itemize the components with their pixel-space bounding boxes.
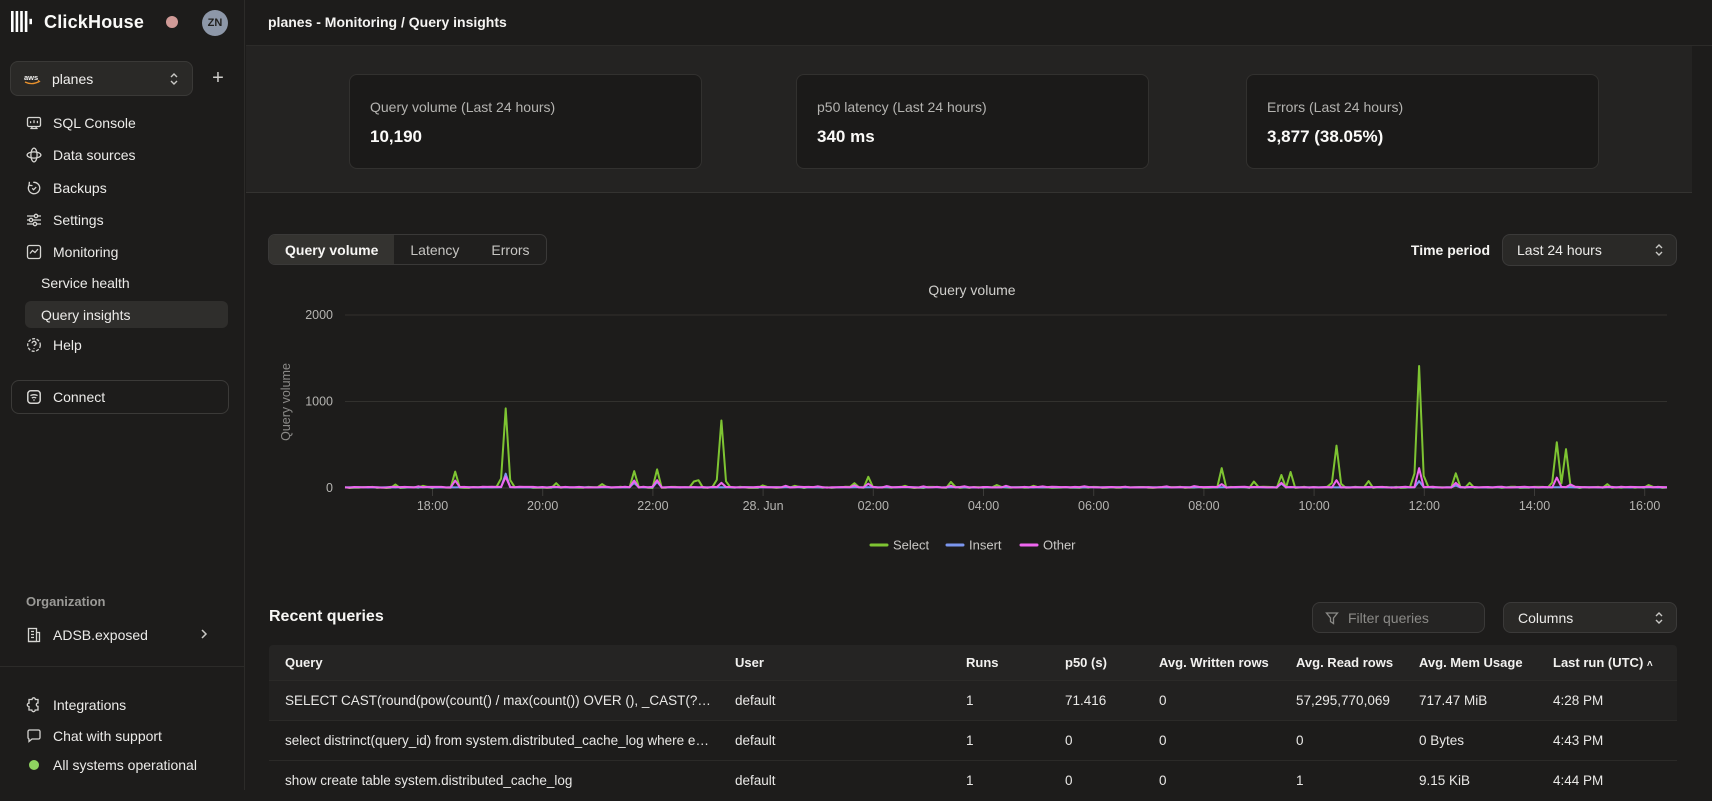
svg-text:1000: 1000 (305, 395, 333, 409)
svg-text:Select: Select (893, 538, 930, 553)
svg-text:Query volume: Query volume (928, 282, 1015, 298)
svg-text:20:00: 20:00 (527, 499, 558, 513)
svg-text:16:00: 16:00 (1629, 499, 1660, 513)
svg-text:0: 0 (326, 481, 333, 495)
svg-text:Query volume: Query volume (279, 363, 293, 441)
svg-text:14:00: 14:00 (1519, 499, 1550, 513)
svg-text:10:00: 10:00 (1298, 499, 1329, 513)
svg-text:02:00: 02:00 (858, 499, 889, 513)
svg-text:Insert: Insert (969, 538, 1002, 553)
svg-text:aws: aws (24, 73, 38, 82)
svg-text:Other: Other (1043, 538, 1076, 553)
svg-text:06:00: 06:00 (1078, 499, 1109, 513)
svg-text:28. Jun: 28. Jun (743, 499, 784, 513)
svg-text:04:00: 04:00 (968, 499, 999, 513)
svg-text:08:00: 08:00 (1188, 499, 1219, 513)
svg-text:2000: 2000 (305, 308, 333, 322)
svg-text:12:00: 12:00 (1409, 499, 1440, 513)
svg-text:22:00: 22:00 (637, 499, 668, 513)
svg-text:18:00: 18:00 (417, 499, 448, 513)
